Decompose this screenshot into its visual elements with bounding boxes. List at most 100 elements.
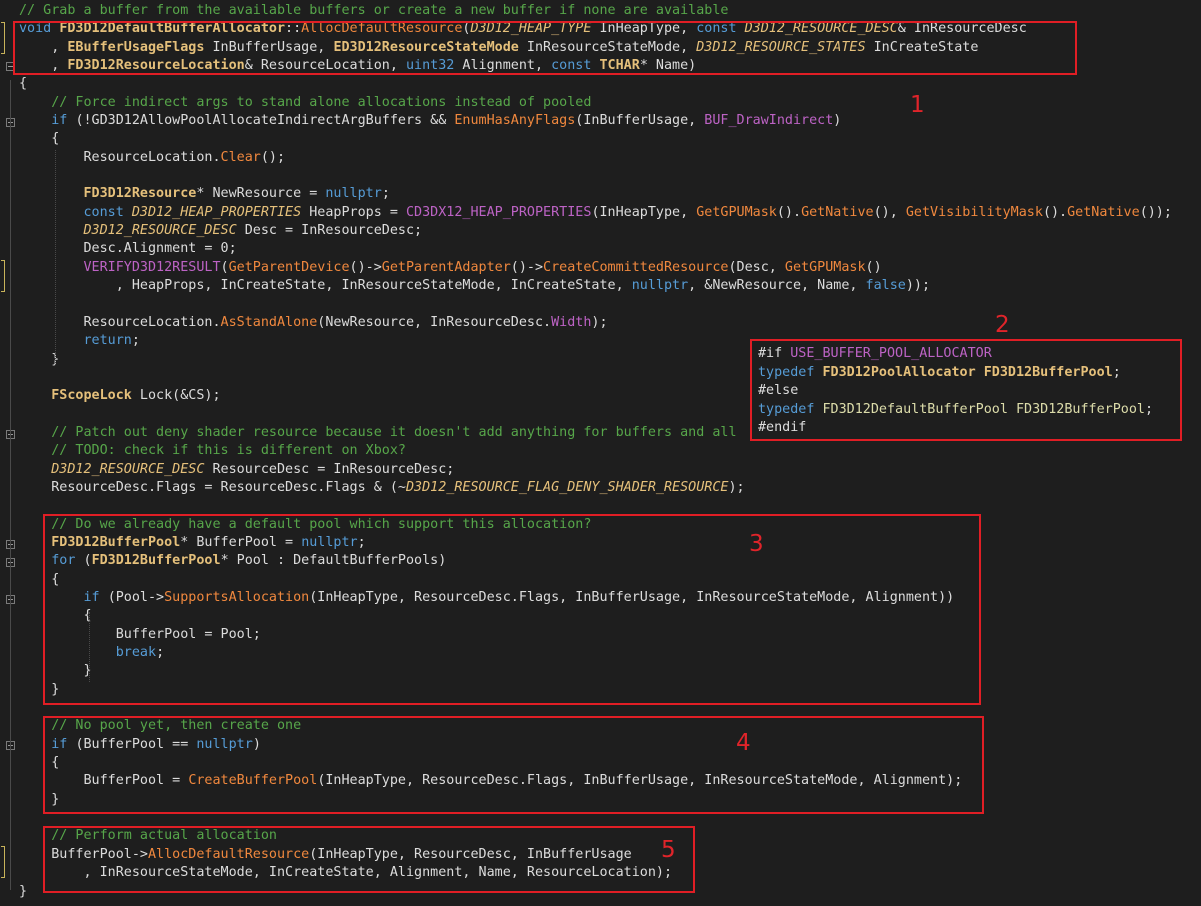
code-token: FD3D12BufferPool bbox=[1016, 401, 1145, 417]
code-token: ()); bbox=[1139, 204, 1172, 220]
code-line[interactable]: #endif bbox=[758, 419, 1178, 438]
code-token: ) bbox=[833, 113, 842, 129]
code-token: VERIFYD3D12RESULT bbox=[19, 259, 221, 275]
code-token: (InHeapType, bbox=[591, 204, 697, 220]
annotation-number-4: 4 bbox=[736, 730, 751, 756]
code-token: GetNative bbox=[801, 204, 874, 220]
annotation-number-1: 1 bbox=[910, 92, 925, 118]
code-token: ; bbox=[131, 333, 140, 349]
code-line[interactable]: D3D12_RESOURCE_DESC ResourceDesc = InRes… bbox=[19, 461, 1172, 479]
code-line[interactable]: Desc.Alignment = 0; bbox=[19, 240, 1172, 258]
code-token: ResourceLocation. bbox=[19, 149, 221, 165]
code-token: ResourceDesc = InResourceDesc; bbox=[204, 461, 455, 477]
code-token: // TODO: check if this is different on X… bbox=[19, 443, 406, 459]
code-token: ( bbox=[220, 259, 229, 275]
code-token: nullptr bbox=[631, 278, 689, 294]
code-token: EnumHasAnyFlags bbox=[454, 113, 576, 129]
change-marker bbox=[1, 260, 5, 292]
code-token: { bbox=[19, 76, 28, 92]
code-line[interactable] bbox=[19, 167, 1172, 185]
code-token: D3D12_RESOURCE_FLAG_DENY_SHADER_RESOURCE bbox=[405, 479, 729, 495]
code-line[interactable]: , HeapProps, InCreateState, InResourceSt… bbox=[19, 277, 1172, 295]
code-token: GetVisibilityMask bbox=[905, 204, 1043, 220]
code-token: ; bbox=[381, 186, 390, 202]
code-token: // Force indirect args to stand alone al… bbox=[19, 94, 592, 110]
code-token: (!GD3D12AllowPoolAllocateIndirectArgBuff… bbox=[75, 113, 455, 129]
code-line[interactable]: { bbox=[19, 75, 1172, 93]
code-line[interactable]: typedef FD3D12DefaultBufferPool FD3D12Bu… bbox=[758, 401, 1178, 420]
indent-guide bbox=[55, 150, 57, 365]
code-token: GetGPUMask bbox=[784, 259, 866, 275]
code-token: } bbox=[19, 883, 28, 899]
code-token: { bbox=[19, 131, 60, 147]
code-token: ); bbox=[728, 479, 745, 495]
code-line[interactable]: // Force indirect args to stand alone al… bbox=[19, 94, 1172, 112]
code-token: typedef bbox=[758, 364, 823, 380]
code-token: GetGPUMask bbox=[696, 204, 777, 220]
code-line[interactable]: ResourceLocation.Clear(); bbox=[19, 149, 1172, 167]
fold-bar bbox=[10, 80, 11, 890]
code-token: return bbox=[19, 333, 132, 349]
change-marker bbox=[1, 22, 5, 54]
code-token: } bbox=[19, 351, 60, 367]
code-line[interactable]: ResourceDesc.Flags = ResourceDesc.Flags … bbox=[19, 479, 1172, 497]
code-line[interactable]: #if USE_BUFFER_POOL_ALLOCATOR bbox=[758, 345, 1178, 364]
code-line[interactable]: const D3D12_HEAP_PROPERTIES HeapProps = … bbox=[19, 204, 1172, 222]
code-token: const bbox=[19, 204, 132, 220]
code-line[interactable]: FD3D12Resource* NewResource = nullptr; bbox=[19, 185, 1172, 203]
code-token: Desc = InResourceDesc; bbox=[236, 223, 423, 239]
code-token: GetParentAdapter bbox=[381, 259, 511, 275]
code-token: (NewResource, InResourceDesc. bbox=[317, 314, 552, 330]
code-token: (Desc, bbox=[728, 259, 785, 275]
code-token: ResourceLocation. bbox=[19, 314, 221, 330]
code-token: D3D12_RESOURCE_DESC bbox=[19, 461, 205, 477]
editor-gutter bbox=[0, 0, 20, 906]
macro-popup: #if USE_BUFFER_POOL_ALLOCATOR typedef FD3… bbox=[758, 345, 1178, 438]
annotation-number-5: 5 bbox=[661, 837, 676, 863]
code-line[interactable]: // TODO: check if this is different on X… bbox=[19, 442, 1172, 460]
code-token: FD3D12PoolAllocator bbox=[822, 364, 976, 380]
code-token: FD3D12Resource bbox=[83, 186, 197, 202]
code-token: GetParentDevice bbox=[228, 259, 350, 275]
code-line[interactable]: if (!GD3D12AllowPoolAllocateIndirectArgB… bbox=[19, 112, 1172, 130]
code-token: () bbox=[865, 259, 882, 275]
code-token: (InBufferUsage, bbox=[575, 113, 705, 129]
code-token: FScopeLock bbox=[19, 388, 132, 404]
code-token: GetNative bbox=[1067, 204, 1140, 220]
code-line[interactable]: VERIFYD3D12RESULT(GetParentDevice()->Get… bbox=[19, 259, 1172, 277]
code-token: FD3D12BufferPool bbox=[983, 364, 1113, 380]
code-token: #else bbox=[758, 383, 799, 399]
annotation-number-3: 3 bbox=[749, 531, 764, 557]
code-token: )); bbox=[905, 278, 931, 294]
code-token: ); bbox=[591, 314, 608, 330]
code-token: (). bbox=[1042, 204, 1068, 220]
code-token: , &NewResource, Name, bbox=[688, 278, 866, 294]
code-token: CreateCommittedResource bbox=[543, 259, 729, 275]
code-token: HeapProps = bbox=[301, 204, 406, 220]
annotation-number-2: 2 bbox=[995, 312, 1010, 338]
code-line[interactable]: { bbox=[19, 130, 1172, 148]
code-line[interactable] bbox=[19, 497, 1172, 515]
code-line[interactable]: #else bbox=[758, 382, 1178, 401]
code-line[interactable]: D3D12_RESOURCE_DESC Desc = InResourceDes… bbox=[19, 222, 1172, 240]
code-token: nullptr bbox=[325, 186, 382, 202]
annotation-box-3 bbox=[43, 514, 981, 705]
code-token: CD3DX12_HEAP_PROPERTIES bbox=[406, 204, 592, 220]
code-token: (). bbox=[776, 204, 802, 220]
code-token: // Grab a buffer from the available buff… bbox=[19, 3, 729, 18]
code-token: , HeapProps, InCreateState, InResourceSt… bbox=[19, 278, 632, 294]
code-token: BUF_DrawIndirect bbox=[704, 113, 834, 129]
change-marker bbox=[1, 846, 5, 878]
code-token: Width bbox=[551, 314, 592, 330]
code-line[interactable]: // Grab a buffer from the available buff… bbox=[19, 2, 1172, 20]
code-token: ResourceDesc.Flags = ResourceDesc.Flags … bbox=[19, 479, 406, 495]
code-token: Clear bbox=[220, 149, 261, 165]
code-token: (), bbox=[873, 204, 906, 220]
code-token: Desc.Alignment = bbox=[19, 241, 221, 257]
code-token: ()-> bbox=[349, 259, 382, 275]
code-token: ; bbox=[1145, 401, 1154, 417]
code-line[interactable]: typedef FD3D12PoolAllocator FD3D12Buffer… bbox=[758, 364, 1178, 383]
code-token: AsStandAlone bbox=[220, 314, 318, 330]
